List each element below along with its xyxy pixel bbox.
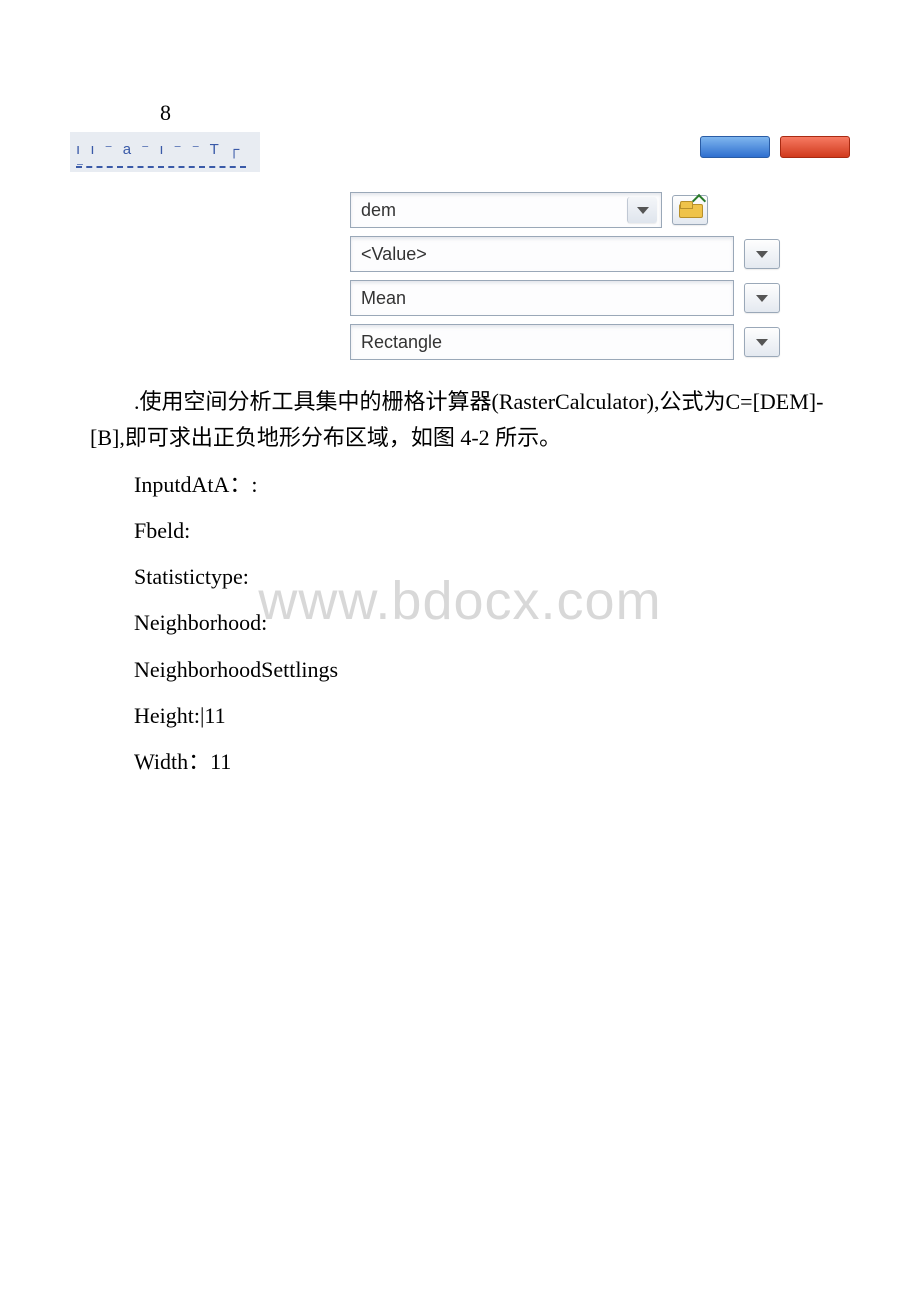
folder-open-icon: [679, 202, 701, 218]
label-height: Height:|11: [90, 698, 830, 734]
window-controls-fragment: [700, 132, 850, 162]
window-button-close: [780, 136, 850, 158]
page-number: 8: [160, 100, 830, 126]
label-list: InputdAtA：: Fbeld: Statistictype: Neighb…: [90, 467, 830, 781]
neighborhood-value: Rectangle: [361, 332, 442, 353]
label-field: Fbeld:: [90, 513, 830, 549]
browse-button[interactable]: [672, 195, 708, 225]
field-row: <Value>: [350, 236, 780, 272]
main-paragraph: .使用空间分析工具集中的栅格计算器(RasterCalculator),公式为C…: [90, 389, 823, 450]
stat-type-row: Mean: [350, 280, 780, 316]
input-data-row: dem: [350, 192, 780, 228]
form-area: dem <Value> Mean: [350, 192, 780, 360]
label-width: Width：11: [90, 744, 830, 780]
field-value: <Value>: [361, 244, 427, 265]
stat-type-dropdown-button[interactable]: [744, 283, 780, 313]
chevron-down-icon: [756, 339, 768, 346]
field-select[interactable]: <Value>: [350, 236, 734, 272]
neighborhood-dropdown-button[interactable]: [744, 327, 780, 357]
chevron-down-icon: [756, 251, 768, 258]
input-data-dropdown-button[interactable]: [627, 197, 657, 223]
left-fragment-text: ı ı ⁻ a ⁻ ı ⁻ ⁻ T ┌ ⁻: [76, 140, 260, 172]
chevron-down-icon: [756, 295, 768, 302]
header-fragment-row: ı ı ⁻ a ⁻ ı ⁻ ⁻ T ┌ ⁻: [90, 132, 830, 172]
label-neighborhood-settings: NeighborhoodSettlings: [90, 652, 830, 688]
field-dropdown-button[interactable]: [744, 239, 780, 269]
body-text: .使用空间分析工具集中的栅格计算器(RasterCalculator),公式为C…: [90, 384, 830, 781]
window-button-minimize: [700, 136, 770, 158]
page-content: 8 ı ı ⁻ a ⁻ ı ⁻ ⁻ T ┌ ⁻ dem: [0, 0, 920, 851]
input-data-value: dem: [361, 200, 396, 221]
neighborhood-select[interactable]: Rectangle: [350, 324, 734, 360]
chevron-down-icon: [637, 207, 649, 214]
input-data-field[interactable]: dem: [350, 192, 662, 228]
left-image-fragment: ı ı ⁻ a ⁻ ı ⁻ ⁻ T ┌ ⁻: [70, 132, 260, 172]
stat-type-value: Mean: [361, 288, 406, 309]
label-input-data: InputdAtA：:: [90, 467, 830, 503]
label-stat-type: Statistictype:: [90, 559, 830, 595]
label-neighborhood: Neighborhood:: [90, 605, 830, 641]
stat-type-select[interactable]: Mean: [350, 280, 734, 316]
neighborhood-row: Rectangle: [350, 324, 780, 360]
